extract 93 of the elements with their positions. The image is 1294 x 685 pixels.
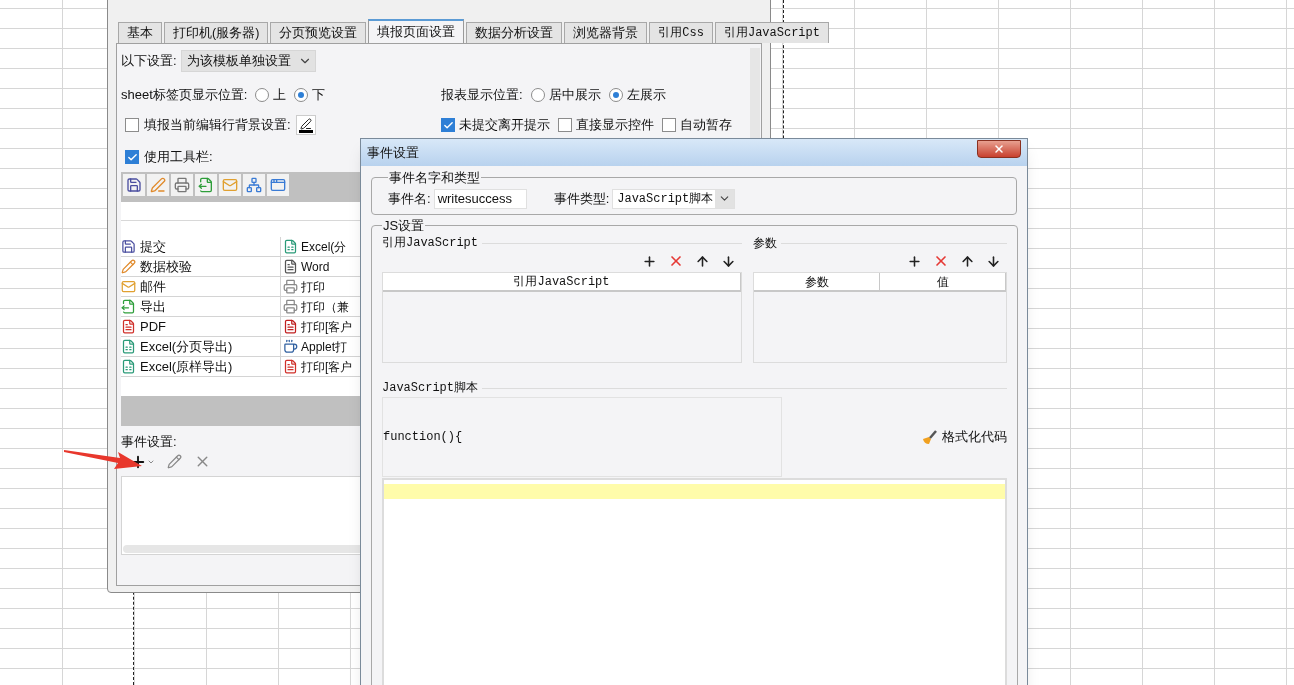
radio-label: 上	[273, 86, 287, 105]
printer-icon[interactable]	[171, 174, 193, 196]
checkbox-label: 填报当前编辑行背景设置:	[144, 116, 291, 135]
move-down-button[interactable]	[986, 253, 1001, 269]
spreadsheet-icon	[121, 359, 136, 374]
document-icon	[283, 259, 298, 274]
format-code-button[interactable]: 格式化代码	[922, 427, 1007, 447]
checkbox-label: 自动暂存	[680, 116, 732, 135]
pencil-icon	[121, 259, 136, 274]
tab[interactable]: 基本	[118, 22, 162, 43]
add-button[interactable]	[907, 253, 922, 269]
tab[interactable]: 引用JavaScript	[714, 22, 829, 43]
section-title: 引用JavaScript	[382, 235, 478, 252]
column-header[interactable]: 值	[880, 273, 1006, 290]
radio-button[interactable]	[608, 88, 623, 102]
group-title: JS设置	[382, 216, 426, 235]
radio-button[interactable]	[294, 88, 309, 102]
table-cell[interactable]: Excel(分	[281, 237, 347, 256]
table-cell[interactable]: PDF	[121, 317, 281, 336]
table-cell[interactable]: Excel(原样导出)	[121, 357, 281, 376]
table-cell[interactable]: 打印[客户	[281, 357, 353, 376]
section-title: JavaScript脚本	[382, 380, 478, 397]
tab[interactable]: 打印机(服务器)	[164, 22, 269, 43]
mail-icon	[121, 279, 136, 294]
spreadsheet-icon	[283, 239, 298, 254]
mail-icon[interactable]	[219, 174, 241, 196]
checkbox-label: 直接显示控件	[576, 116, 654, 135]
checkbox-label: 未提交离开提示	[459, 116, 550, 135]
tab[interactable]: 分页预览设置	[270, 22, 367, 43]
group-title: 事件名字和类型	[388, 169, 481, 187]
document-icon	[283, 319, 298, 334]
table-cell[interactable]: 打印[客户	[281, 317, 353, 336]
table-cell[interactable]: 数据校验	[121, 257, 281, 276]
move-up-button[interactable]	[960, 253, 975, 269]
table-cell[interactable]: 邮件	[121, 277, 281, 296]
tab[interactable]: 引用Css	[649, 22, 713, 43]
broom-icon	[922, 429, 938, 445]
checkbox-label: 使用工具栏:	[144, 148, 213, 167]
column-header[interactable]: 参数	[754, 273, 880, 290]
checkbox[interactable]	[125, 150, 139, 164]
radio-label: 下	[312, 86, 326, 105]
spreadsheet-icon	[121, 339, 136, 354]
radio-button[interactable]	[530, 88, 545, 102]
script-header: function(){	[382, 397, 782, 477]
export-icon	[121, 299, 136, 314]
delete-button[interactable]	[668, 253, 684, 269]
tab[interactable]: 浏览器背景	[564, 22, 648, 43]
close-button[interactable]	[977, 140, 1021, 158]
printer-icon	[283, 299, 298, 314]
table-cell[interactable]: 提交	[121, 237, 281, 256]
move-up-button[interactable]	[695, 253, 710, 269]
save-icon	[121, 239, 136, 254]
checkbox[interactable]	[125, 118, 139, 132]
field-label: 以下设置:	[121, 52, 177, 71]
printer-icon	[283, 279, 298, 294]
close-icon	[993, 143, 1005, 155]
table-cell[interactable]: Word	[281, 257, 330, 276]
paint-bucket-button[interactable]	[295, 115, 316, 135]
edit-button[interactable]	[167, 454, 182, 469]
event-type-dropdown[interactable]: JavaScript脚本	[612, 188, 736, 209]
add-button[interactable]	[642, 253, 657, 269]
field-label: 报表显示位置:	[441, 86, 523, 105]
radio-label: 左展示	[626, 86, 666, 105]
pdf-icon	[121, 319, 136, 334]
field-label: sheet标签页显示位置:	[121, 86, 248, 105]
window-icon[interactable]	[267, 174, 289, 196]
tab[interactable]: 数据分析设置	[466, 22, 563, 43]
window-title: 事件设置	[367, 143, 419, 162]
field-label: 事件名:	[388, 189, 431, 208]
save-icon[interactable]	[123, 174, 145, 196]
section-label: 事件设置:	[121, 433, 177, 451]
table-cell[interactable]: 导出	[121, 297, 281, 316]
table-cell[interactable]: 打印（兼	[281, 297, 349, 316]
scope-dropdown[interactable]: 为该模板单独设置	[180, 50, 316, 72]
section-title: 参数	[753, 235, 777, 252]
table-cell[interactable]: Excel(分页导出)	[121, 337, 281, 356]
pdf-icon	[283, 359, 298, 374]
column-header[interactable]: 引用JavaScript	[383, 273, 741, 290]
checkbox[interactable]	[662, 118, 676, 132]
checkbox[interactable]	[441, 118, 455, 132]
move-down-button[interactable]	[721, 253, 736, 269]
table-cell[interactable]: Applet打	[281, 337, 348, 356]
tree-icon[interactable]	[243, 174, 265, 196]
radio-button[interactable]	[255, 88, 270, 102]
field-label: 事件类型:	[553, 189, 610, 208]
delete-button[interactable]	[933, 253, 949, 269]
coffee-icon	[283, 339, 298, 354]
table-cell[interactable]: 打印	[281, 277, 325, 296]
event-name-field[interactable]: writesuccess	[433, 188, 527, 209]
export-icon[interactable]	[195, 174, 217, 196]
radio-label: 居中展示	[548, 86, 601, 105]
tab[interactable]: 填报页面设置	[368, 19, 465, 43]
checkbox[interactable]	[558, 118, 572, 132]
